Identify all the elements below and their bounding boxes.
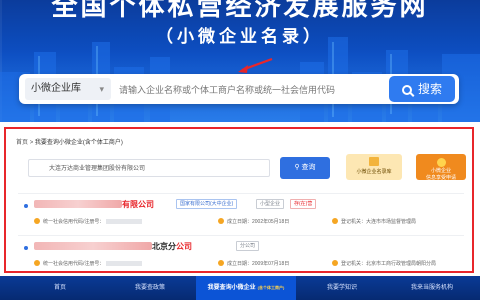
established-date-label: 成立日期：2002年05月18日 [227, 219, 290, 225]
directory-card-button[interactable]: 小微企业名录库 [346, 154, 402, 180]
credit-code: 统一社会信用代码/注册号： [34, 260, 143, 267]
established-date: 成立日期：2002年05月18日 [218, 218, 289, 225]
nav-home[interactable]: 首页 [20, 276, 100, 300]
site-title: 全国个体私营经济发展服务网 [51, 0, 429, 21]
nav-policy[interactable]: 我要查政策 [110, 276, 190, 300]
registration-authority-label: 登记机关：大连市市场监督管理局 [341, 219, 417, 225]
registration-authority: 登记机关：大连市市场监督管理局 [332, 218, 416, 225]
directory-card-label: 小微企业名录库 [356, 169, 392, 175]
breadcrumb-separator: > [29, 140, 34, 146]
search-scope-dropdown[interactable]: 小微企业库 ▾ [25, 78, 111, 100]
bottom-navigation: 首页 我要查政策 我要查询小微企业 (含个体工商户) 我要学知识 我来当服务机构 [0, 276, 480, 300]
search-icon: ⚲ [294, 164, 302, 171]
red-arrow-icon [238, 57, 273, 73]
apply-card-button[interactable]: 小微企业 信息享受申请 [416, 154, 466, 181]
established-date-label: 成立日期：2009年07月18日 [227, 261, 290, 267]
bullet-icon [24, 204, 28, 208]
search-button[interactable]: 搜索 [389, 76, 455, 102]
result-tag: 小型企业 [256, 199, 285, 209]
redacted-name [34, 242, 152, 250]
result-name-suffix: 公司 [176, 242, 192, 251]
redacted-code [106, 261, 143, 266]
apply-card-line1: 小微企业 [430, 168, 451, 174]
search-scope-label: 小微企业库 [31, 83, 81, 94]
query-result-panel: 首页 > 我要查询小微企业(含个体工商户) 大连万达商业管理集团股份有限公司 ⚲… [4, 127, 474, 273]
id-icon [34, 260, 40, 266]
company-query-input[interactable]: 大连万达商业管理集团股份有限公司 [28, 159, 270, 177]
breadcrumb-home[interactable]: 首页 [16, 140, 28, 146]
registration-authority: 登记机关：北京市工商行政管理局朝阳分局 [332, 260, 436, 267]
nav-learn[interactable]: 我要学知识 [302, 276, 382, 300]
search-icon [401, 85, 412, 95]
building-icon [332, 260, 338, 266]
nav-query-smb-note: (含个体工商户) [257, 285, 285, 290]
search-input[interactable] [117, 78, 401, 102]
query-button-label: 查询 [301, 164, 316, 171]
redacted-name [34, 200, 122, 208]
chevron-down-icon: ▾ [99, 84, 104, 94]
nav-query-smb-label: 我要查询小微企业 [207, 285, 256, 291]
id-icon [34, 218, 40, 224]
main-search-bar: 小微企业库 ▾ 搜索 [19, 74, 459, 104]
result-tag: 国家有限公司(大中企业) [176, 199, 238, 209]
result-tag: 分公司 [236, 241, 260, 251]
calendar-icon [218, 218, 224, 224]
divider [18, 235, 464, 236]
nav-service-agency[interactable]: 我来当服务机构 [392, 276, 472, 300]
hero-banner: 全国个体私营经济发展服务网 （小微企业名录） 小微企业库 ▾ 搜索 [0, 0, 480, 122]
result-name-prefix: 北京分 [152, 242, 176, 251]
registration-authority-label: 登记机关：北京市工商行政管理局朝阳分局 [341, 261, 437, 267]
result-company-name[interactable]: 北京分公司 [34, 241, 192, 252]
breadcrumb-current: 我要查询小微企业(含个体工商户) [34, 140, 123, 146]
apply-card-line2: 信息享受申请 [425, 175, 456, 181]
query-button[interactable]: ⚲ 查询 [280, 157, 330, 179]
building-icon [332, 218, 338, 224]
result-row[interactable]: 北京分公司 分公司 统一社会信用代码/注册号： 成立日期：2009年07月18日… [18, 235, 464, 277]
redacted-code [106, 219, 143, 224]
established-date: 成立日期：2009年07月18日 [218, 260, 289, 267]
result-row[interactable]: 有限公司 国家有限公司(大中企业) 小型企业 存(在)营 统一社会信用代码/注册… [18, 193, 464, 235]
result-name-suffix: 有限公司 [122, 200, 154, 209]
folder-icon [369, 157, 379, 166]
site-subtitle: （小微企业名录） [156, 27, 324, 46]
credit-code-label: 统一社会信用代码/注册号： [43, 219, 105, 225]
breadcrumb: 首页 > 我要查询小微企业(含个体工商户) [16, 137, 123, 146]
divider [18, 193, 464, 194]
calendar-icon [218, 260, 224, 266]
credit-code: 统一社会信用代码/注册号： [34, 218, 143, 225]
result-company-name[interactable]: 有限公司 [34, 199, 154, 210]
search-button-label: 搜索 [417, 82, 442, 96]
badge-icon [436, 158, 446, 167]
bullet-icon [24, 246, 28, 250]
result-tag: 存(在)营 [290, 199, 317, 209]
credit-code-label: 统一社会信用代码/注册号： [43, 261, 105, 267]
nav-query-smb[interactable]: 我要查询小微企业 (含个体工商户) [196, 276, 296, 300]
